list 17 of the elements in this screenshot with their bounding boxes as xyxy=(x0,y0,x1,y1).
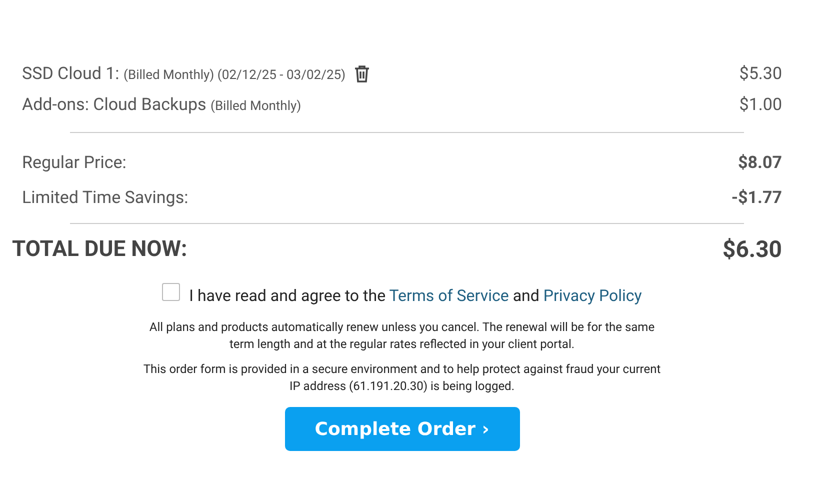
total-value: $6.30 xyxy=(722,236,782,262)
agree-checkbox[interactable] xyxy=(162,282,180,300)
total-label: TOTAL DUE NOW: xyxy=(12,236,188,262)
notice-text: This order form is provided in a secure environment and to help protect against fraud your current IP address (61.191.20.30) is being logged. xyxy=(142,361,662,395)
summary-label: Limited Time Savings: xyxy=(22,188,188,208)
privacy-link[interactable]: Privacy Policy xyxy=(543,286,642,305)
summary-value: -$1.77 xyxy=(731,188,782,208)
line-item-price: $1.00 xyxy=(739,94,782,114)
line-item-label: Add-ons: Cloud Backups (Billed Monthly) xyxy=(22,94,302,114)
summary-label: Regular Price: xyxy=(22,152,126,172)
trash-icon[interactable] xyxy=(354,64,370,82)
agreement-text: I have read and agree to the Terms of Service and Privacy Policy xyxy=(189,286,642,305)
notice-text: All plans and products automatically renew unless you cancel. The renewal will be for the same term length and at the regular rates reflected in your client portal. xyxy=(148,319,656,353)
terms-link[interactable]: Terms of Service xyxy=(389,286,509,305)
line-item-price: $5.30 xyxy=(739,64,782,84)
summary-value: $8.07 xyxy=(738,152,782,172)
line-item-label: SSD Cloud 1: (Billed Monthly) (02/12/25 - 03/02/25) xyxy=(22,64,346,84)
